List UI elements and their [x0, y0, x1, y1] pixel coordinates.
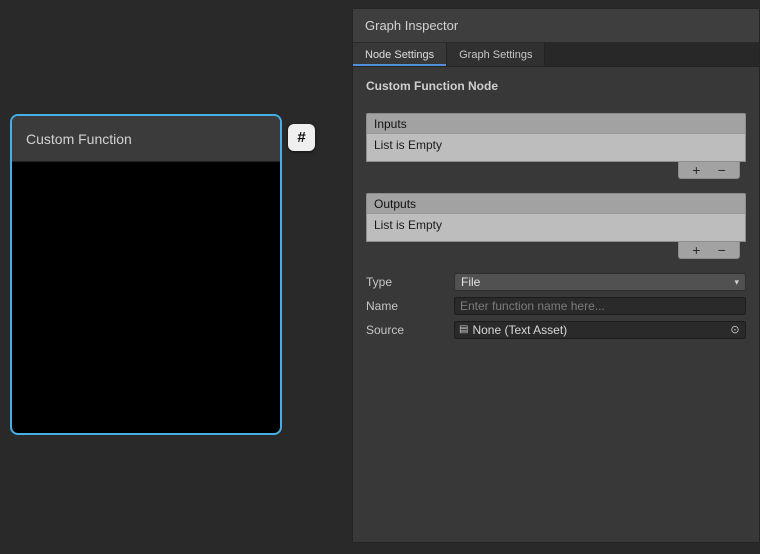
outputs-add-button[interactable]: +	[688, 243, 704, 257]
outputs-list: Outputs List is Empty + −	[366, 193, 746, 259]
source-object-value: None (Text Asset)	[472, 323, 567, 337]
tab-node-settings[interactable]: Node Settings	[353, 43, 447, 66]
inspector-body: Custom Function Node Inputs List is Empt…	[353, 67, 759, 542]
object-picker-icon[interactable]: ⊙	[727, 325, 743, 336]
inputs-add-button[interactable]: +	[688, 163, 704, 177]
name-field-row: Name	[366, 297, 746, 315]
hash-badge-button[interactable]: #	[288, 124, 315, 151]
hash-icon: #	[297, 129, 305, 146]
outputs-remove-button[interactable]: −	[714, 243, 730, 257]
inspector-tabbar: Node Settings Graph Settings	[353, 43, 759, 67]
name-label: Name	[366, 299, 454, 313]
chevron-down-icon: ▾	[734, 277, 739, 288]
inspector-title: Graph Inspector	[365, 18, 458, 33]
type-label: Type	[366, 275, 454, 289]
inputs-remove-button[interactable]: −	[714, 163, 730, 177]
outputs-list-header: Outputs	[366, 193, 746, 213]
node-title: Custom Function	[26, 131, 132, 147]
source-field-row: Source ▤ None (Text Asset) ⊙	[366, 321, 746, 339]
type-dropdown[interactable]: File ▾	[454, 273, 746, 291]
section-title: Custom Function Node	[366, 79, 746, 93]
function-name-input[interactable]	[454, 297, 746, 315]
inputs-list-footer: + −	[366, 162, 746, 179]
inputs-list-header: Inputs	[366, 113, 746, 133]
inputs-list-empty-row: List is Empty	[366, 133, 746, 162]
source-object-field[interactable]: ▤ None (Text Asset) ⊙	[454, 321, 746, 339]
inputs-list: Inputs List is Empty + −	[366, 113, 746, 179]
type-dropdown-value: File	[461, 275, 480, 289]
source-label: Source	[366, 323, 454, 337]
outputs-list-empty-row: List is Empty	[366, 213, 746, 242]
node-header[interactable]: Custom Function	[12, 116, 280, 162]
tab-graph-settings[interactable]: Graph Settings	[447, 43, 545, 66]
outputs-list-footer: + −	[366, 242, 746, 259]
text-asset-icon: ▤	[459, 325, 468, 335]
graph-inspector-panel: Graph Inspector Node Settings Graph Sett…	[352, 8, 760, 543]
inspector-header: Graph Inspector	[353, 9, 759, 43]
custom-function-node[interactable]: Custom Function	[10, 114, 282, 435]
type-field-row: Type File ▾	[366, 273, 746, 291]
